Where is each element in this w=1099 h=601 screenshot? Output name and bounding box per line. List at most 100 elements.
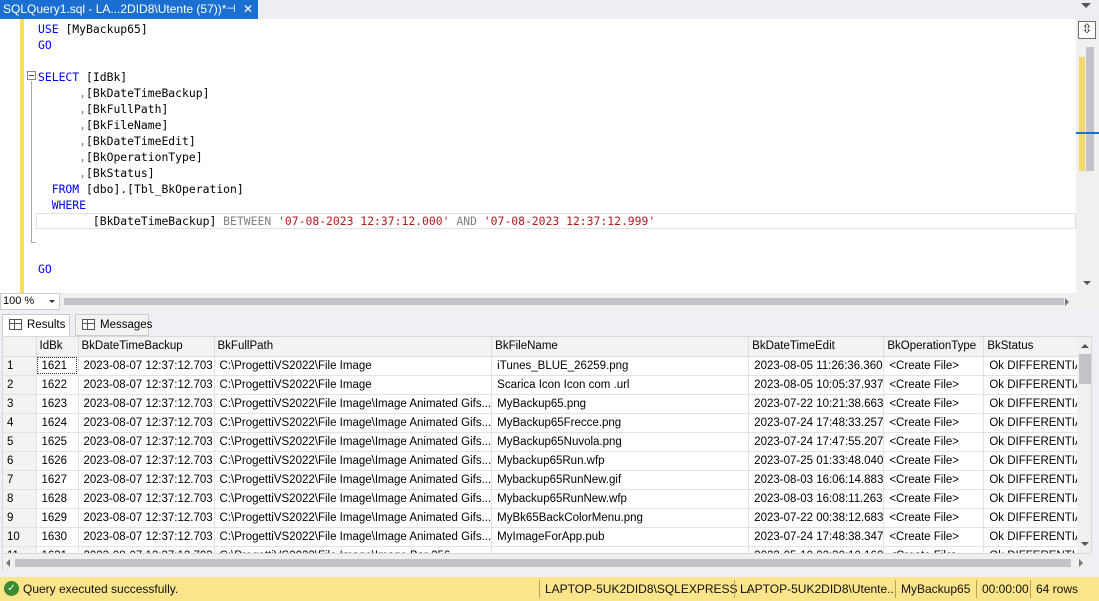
table-cell[interactable]: <Create File> [883, 489, 985, 509]
code-line[interactable]: USE [MyBackup65] [38, 21, 148, 37]
code-line[interactable]: ,[BkFullPath] [38, 101, 168, 117]
zoom-select[interactable]: 100 % [0, 293, 60, 310]
table-cell[interactable]: 2023-07-24 17:48:38.347 [748, 527, 885, 547]
code-line[interactable]: FROM [dbo].[Tbl_BkOperation] [38, 181, 244, 197]
table-row[interactable]: 8 1628 2023-08-07 12:37:12.703 C:\ProgettiV… [3, 489, 1085, 509]
code-line[interactable]: [BkDateTimeBackup] BETWEEN '07-08-2023 1… [38, 213, 655, 229]
column-header[interactable]: BkStatus [983, 337, 1085, 357]
row-number[interactable]: 11 [3, 546, 37, 553]
editor-vertical-scrollbar[interactable] [1076, 19, 1099, 293]
table-row[interactable]: 1116312023-08-07 12:37:12.703C:\Progetti… [3, 546, 1085, 553]
table-row[interactable]: 4 1624 2023-08-07 12:37:12.703 C:\ProgettiV… [3, 413, 1085, 433]
close-icon[interactable]: ✕ [243, 0, 253, 19]
table-cell[interactable]: MyBackup65.png [491, 394, 750, 414]
scroll-down-icon[interactable] [1081, 542, 1089, 546]
row-number[interactable]: 3 [3, 394, 37, 414]
table-cell[interactable]: Ok DIFFERENTIA [983, 489, 1085, 509]
results-grid[interactable]: IdBk BkDateTimeBackup BkFullPath BkFileName… [2, 336, 1092, 554]
table-cell[interactable]: C:\ProgettiVS2022\File Image\Image Anima… [214, 508, 493, 528]
table-cell[interactable]: 2023-07-22 10:21:38.663 [748, 394, 885, 414]
scrollbar-thumb[interactable] [15, 559, 1071, 567]
table-cell[interactable]: <Create File> [883, 546, 985, 553]
column-header[interactable]: BkFileName [491, 337, 750, 357]
table-cell[interactable]: C:\ProgettiVS2022\File Image\Image Bar 2… [214, 546, 493, 553]
tab-dropdown-icon[interactable] [1081, 3, 1091, 8]
row-number[interactable]: 5 [3, 432, 37, 452]
query-tab[interactable]: SQLQuery1.sql - LA...2DID8\Utente (57))*… [0, 0, 258, 19]
table-cell[interactable]: 2023-07-24 17:48:33.257 [748, 413, 885, 433]
table-cell[interactable]: 1626 [36, 451, 79, 471]
column-header[interactable]: BkDateTimeBackup [78, 337, 215, 357]
column-header[interactable]: BkDateTimeEdit [748, 337, 885, 357]
table-cell[interactable]: 2023-08-07 12:37:12.703 [78, 508, 215, 528]
row-number[interactable]: 10 [3, 527, 37, 547]
table-cell[interactable]: Ok DIFFERENTIA [983, 356, 1085, 376]
row-number[interactable]: 6 [3, 451, 37, 471]
table-cell[interactable]: 1625 [36, 432, 79, 452]
column-header[interactable]: IdBk [36, 337, 79, 357]
table-cell[interactable]: iTunes_BLUE_26259.png [491, 356, 750, 376]
table-cell[interactable]: Ok DIFFERENTIA [983, 432, 1085, 452]
tab-messages[interactable]: Messages [75, 314, 152, 336]
scroll-right-icon[interactable] [1079, 559, 1083, 567]
table-cell[interactable]: Ok DIFFERENTIA [983, 508, 1085, 528]
table-cell[interactable]: <Create File> [883, 394, 985, 414]
table-cell[interactable]: C:\ProgettiVS2022\File Image\Image Anima… [214, 432, 493, 452]
row-number[interactable]: 2 [3, 375, 37, 395]
table-cell[interactable]: <Create File> [883, 375, 985, 395]
table-cell[interactable]: C:\ProgettiVS2022\File Image\Image Anima… [214, 470, 493, 490]
table-cell[interactable]: 2023-08-07 12:37:12.703 [78, 470, 215, 490]
scroll-left-icon[interactable] [6, 559, 10, 567]
scrollbar-thumb[interactable] [1086, 47, 1094, 171]
scrollbar-thumb[interactable] [64, 298, 1064, 305]
table-cell[interactable]: 1631 [36, 546, 79, 553]
table-cell[interactable]: 2023-08-03 16:08:11.263 [748, 489, 885, 509]
table-cell[interactable]: C:\ProgettiVS2022\File Image [214, 375, 493, 395]
table-row[interactable]: 7 1627 2023-08-07 12:37:12.703 C:\ProgettiV… [3, 470, 1085, 490]
scroll-down-icon[interactable] [1083, 281, 1091, 285]
table-cell[interactable]: 2023-05-10 02:30:10.160 [748, 546, 885, 553]
table-cell[interactable]: 2023-07-24 17:47:55.207 [748, 432, 885, 452]
tab-results[interactable]: Results [2, 314, 70, 336]
code-line[interactable]: ,[BkStatus] [38, 165, 154, 181]
table-cell[interactable]: 2023-08-07 12:37:12.703 [78, 356, 215, 376]
scrollbar-thumb[interactable] [1079, 354, 1091, 384]
table-cell[interactable]: 2023-07-25 01:33:48.040 [748, 451, 885, 471]
table-cell[interactable]: 2023-08-07 12:37:12.703 [78, 432, 215, 452]
code-line[interactable]: SELECT [IdBk] [38, 69, 127, 85]
column-header[interactable] [3, 337, 37, 357]
table-cell[interactable]: Ok DIFFERENTIA [983, 546, 1085, 553]
editor-horizontal-scrollbar[interactable] [62, 293, 1076, 310]
table-cell[interactable]: <Create File> [883, 356, 985, 376]
table-cell[interactable]: C:\ProgettiVS2022\File Image\Image Anima… [214, 527, 493, 547]
table-cell[interactable]: C:\ProgettiVS2022\File Image [214, 356, 493, 376]
column-header[interactable]: BkOperationType [883, 337, 985, 357]
table-cell[interactable]: C:\ProgettiVS2022\File Image\Image Anima… [214, 451, 493, 471]
code-line[interactable]: ,[BkDateTimeEdit] [38, 133, 196, 149]
code-line[interactable]: ,[BkFileName] [38, 117, 168, 133]
table-cell[interactable]: 2023-08-03 16:06:14.883 [748, 470, 885, 490]
table-row[interactable]: 5 1625 2023-08-07 12:37:12.703 C:\ProgettiV… [3, 432, 1085, 452]
table-cell[interactable]: C:\ProgettiVS2022\File Image\Image Anima… [214, 489, 493, 509]
sql-editor[interactable]: USE [MyBackup65] GO SELECT [IdBk] ,[BkDate… [0, 19, 1099, 293]
code-line[interactable]: ,[BkDateTimeBackup] [38, 85, 209, 101]
table-cell[interactable]: Ok DIFFERENTIA [983, 451, 1085, 471]
table-cell[interactable]: 1629 [36, 508, 79, 528]
table-cell[interactable] [491, 546, 750, 553]
table-cell[interactable]: Ok DIFFERENTIA [983, 470, 1085, 490]
table-cell[interactable]: 1628 [36, 489, 79, 509]
table-cell[interactable]: <Create File> [883, 432, 985, 452]
scroll-up-icon[interactable] [1081, 344, 1089, 348]
table-cell[interactable]: 2023-08-07 12:37:12.703 [78, 527, 215, 547]
table-cell[interactable]: Mybackup65RunNew.wfp [491, 489, 750, 509]
table-row[interactable]: 9 1629 2023-08-07 12:37:12.703 C:\ProgettiV… [3, 508, 1085, 528]
row-number[interactable]: 8 [3, 489, 37, 509]
code-line[interactable]: GO [38, 37, 52, 53]
table-cell[interactable]: 2023-08-07 12:37:12.703 [78, 489, 215, 509]
code-line[interactable]: GO [38, 261, 52, 277]
table-cell[interactable]: Ok DIFFERENTIA [983, 413, 1085, 433]
table-cell[interactable]: <Create File> [883, 470, 985, 490]
column-header[interactable]: BkFullPath [214, 337, 493, 357]
code-line[interactable]: WHERE [38, 197, 86, 213]
table-cell[interactable]: 2023-08-07 12:37:12.703 [78, 394, 215, 414]
